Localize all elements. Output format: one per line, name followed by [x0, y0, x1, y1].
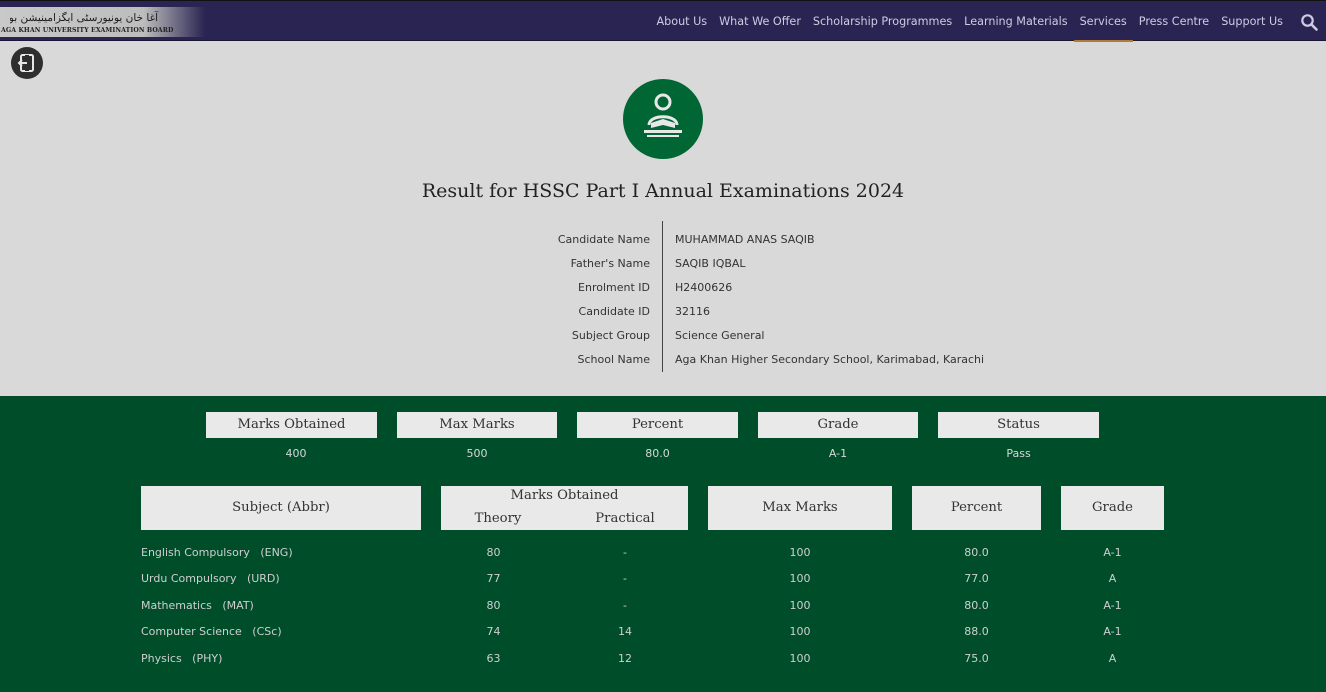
result-emblem: [623, 79, 703, 159]
nav-learning-materials[interactable]: Learning Materials: [958, 1, 1073, 42]
cell-subject: English Compulsory (ENG): [141, 546, 293, 559]
results-section: Marks Obtained Max Marks Percent Grade S…: [0, 396, 1326, 692]
info-value: SAQIB IQBAL: [675, 257, 746, 270]
cell-practical: 14: [618, 625, 632, 638]
cell-subject: Computer Science (CSc): [141, 625, 282, 638]
cell-max-marks: 100: [789, 625, 811, 638]
nav-what-we-offer[interactable]: What We Offer: [713, 1, 807, 42]
cell-grade: A-1: [1103, 599, 1122, 612]
info-label: School Name: [577, 353, 650, 366]
cell-theory: 80: [486, 599, 501, 612]
cell-percent: 88.0: [964, 625, 989, 638]
info-label: Candidate Name: [557, 233, 650, 246]
info-value: Aga Khan Higher Secondary School, Karima…: [675, 353, 985, 366]
col-header-practical: Practical: [595, 511, 655, 526]
summary-header-max-marks: Max Marks: [397, 412, 557, 438]
info-label: Enrolment ID: [578, 281, 650, 294]
akueb-logo[interactable]: آغا خان یونیورسٹی ایگزامینیشن بورڈ AGA K…: [0, 7, 205, 37]
nav-support-us[interactable]: Support Us: [1215, 1, 1289, 42]
info-value: H2400626: [675, 281, 733, 294]
col-header-grade: Grade: [1061, 486, 1164, 530]
cell-grade: A-1: [1103, 625, 1122, 638]
info-row-fathers-name: Father's Name SAQIB IQBAL: [0, 249, 1326, 273]
cell-percent: 80.0: [964, 546, 989, 559]
logout-icon: [17, 54, 34, 72]
info-row-school-name: School Name Aga Khan Higher Secondary Sc…: [0, 345, 1326, 369]
cell-practical: -: [623, 572, 627, 585]
top-navigation-bar: آغا خان یونیورسٹی ایگزامینیشن بورڈ AGA K…: [0, 0, 1326, 42]
col-header-marks-obtained: Marks Obtained Theory Practical: [441, 486, 688, 530]
cell-percent: 75.0: [964, 652, 989, 665]
nav-about-us[interactable]: About Us: [650, 1, 713, 42]
logout-button[interactable]: [11, 47, 43, 79]
info-row-candidate-name: Candidate Name MUHAMMAD ANAS SAQIB: [0, 225, 1326, 249]
main-nav: About Us What We Offer Scholarship Progr…: [650, 1, 1289, 42]
cell-theory: 77: [486, 572, 501, 585]
table-row: English Compulsory (ENG) 80 - 100 80.0 A…: [0, 543, 1326, 563]
summary-status: Pass: [1006, 447, 1031, 460]
table-row: Physics (PHY) 63 12 100 75.0 A: [0, 649, 1326, 669]
summary-max-marks: 500: [466, 447, 488, 460]
cell-max-marks: 100: [789, 599, 811, 612]
urdu-logo-text: آغا خان یونیورسٹی ایگزامینیشن بورڈ: [10, 11, 159, 24]
summary-header-marks-obtained: Marks Obtained: [206, 412, 377, 438]
cell-theory: 63: [486, 652, 501, 665]
info-value: 32116: [675, 305, 710, 318]
nav-scholarship-programmes[interactable]: Scholarship Programmes: [807, 1, 958, 42]
table-row: Urdu Compulsory (URD) 77 - 100 77.0 A: [0, 569, 1326, 589]
logo-english-text: AGA KHAN UNIVERSITY EXAMINATION BOARD: [1, 27, 174, 34]
cell-practical: -: [623, 599, 627, 612]
col-header-theory: Theory: [474, 511, 522, 526]
cell-theory: 74: [486, 625, 501, 638]
candidate-info: Candidate Name MUHAMMAD ANAS SAQIB Fathe…: [0, 221, 1326, 373]
info-row-candidate-id: Candidate ID 32116: [0, 297, 1326, 321]
cell-percent: 77.0: [964, 572, 989, 585]
info-row-enrolment-id: Enrolment ID H2400626: [0, 273, 1326, 297]
table-row: Computer Science (CSc) 74 14 100 88.0 A-…: [0, 622, 1326, 642]
info-value: MUHAMMAD ANAS SAQIB: [675, 233, 815, 246]
nav-press-centre[interactable]: Press Centre: [1133, 1, 1215, 42]
cell-grade: A: [1108, 572, 1117, 585]
col-header-max-marks: Max Marks: [708, 486, 892, 530]
summary-header-grade: Grade: [758, 412, 918, 438]
col-header-subject: Subject (Abbr): [141, 486, 421, 530]
cell-practical: 12: [618, 652, 632, 665]
cell-max-marks: 100: [789, 572, 811, 585]
cell-subject: Physics (PHY): [141, 652, 223, 665]
summary-marks-obtained: 400: [285, 447, 307, 460]
cell-max-marks: 100: [789, 652, 811, 665]
cell-theory: 80: [486, 546, 501, 559]
summary-header-percent: Percent: [577, 412, 738, 438]
summary-percent: 80.0: [645, 447, 670, 460]
search-icon[interactable]: [1300, 13, 1318, 31]
col-header-percent: Percent: [912, 486, 1041, 530]
summary-header-status: Status: [938, 412, 1099, 438]
marks-obtained-label: Marks Obtained: [510, 488, 619, 503]
cell-subject: Urdu Compulsory (URD): [141, 572, 280, 585]
svg-text:آغا خان یونیورسٹی ایگزامینیشن: آغا خان یونیورسٹی ایگزامینیشن بورڈ: [10, 11, 159, 24]
reader-icon: [644, 93, 682, 137]
cell-percent: 80.0: [964, 599, 989, 612]
cell-subject: Mathematics (MAT): [141, 599, 254, 612]
summary-grade: A-1: [828, 447, 848, 460]
info-label: Candidate ID: [578, 305, 650, 318]
cell-grade: A-1: [1103, 546, 1122, 559]
info-row-subject-group: Subject Group Science General: [0, 321, 1326, 345]
info-label: Subject Group: [571, 329, 650, 342]
info-value: Science General: [675, 329, 765, 342]
info-label: Father's Name: [570, 257, 650, 270]
cell-max-marks: 100: [789, 546, 811, 559]
page-title: Result for HSSC Part I Annual Examinatio…: [421, 180, 905, 202]
cell-grade: A: [1108, 652, 1117, 665]
cell-practical: -: [623, 546, 627, 559]
nav-services[interactable]: Services: [1073, 1, 1133, 42]
table-row: Mathematics (MAT) 80 - 100 80.0 A-1: [0, 596, 1326, 616]
